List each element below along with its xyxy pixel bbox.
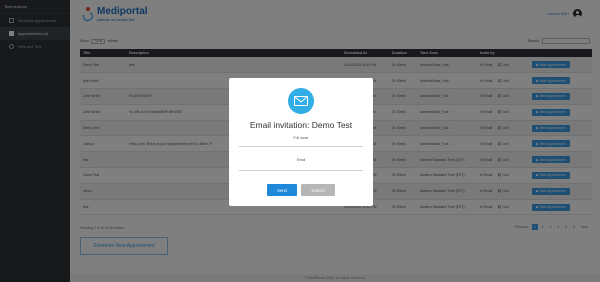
email-input[interactable] — [239, 170, 363, 171]
cancel-button[interactable]: Cancel — [301, 184, 335, 196]
mail-icon — [288, 88, 314, 114]
modal-title: Email invitation: Demo Test — [249, 120, 353, 130]
email-label: Email — [296, 158, 306, 162]
send-button[interactable]: Send — [267, 184, 297, 196]
email-invitation-modal: Email invitation: Demo Test Full name Em… — [229, 78, 373, 206]
full-name-input[interactable] — [239, 146, 363, 147]
full-name-label: Full name — [293, 136, 309, 140]
